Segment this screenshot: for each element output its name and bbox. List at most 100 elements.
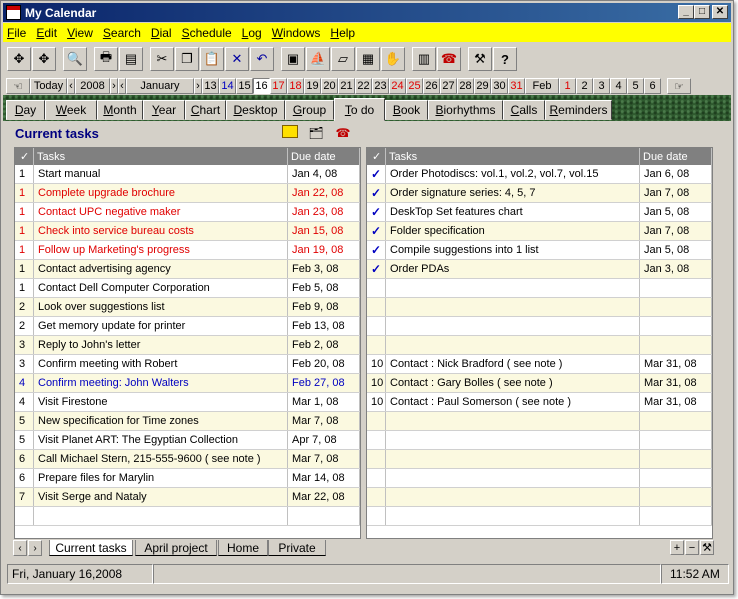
task-cell[interactable]	[386, 450, 640, 468]
table-row[interactable]: 3 Reply to John's letter Feb 2, 08	[15, 336, 360, 355]
table-row[interactable]: 3 Confirm meeting with Robert Feb 20, 08	[15, 355, 360, 374]
priority-cell[interactable]: 1	[15, 222, 34, 240]
due-date-cell[interactable]: Feb 27, 08	[288, 374, 360, 392]
table-row[interactable]: 10 Contact : Gary Bolles ( see note ) Mar …	[367, 374, 712, 393]
due-date-cell[interactable]: Jan 7, 08	[640, 222, 712, 240]
group-tab-april-project[interactable]: April project	[135, 540, 217, 556]
next-year-arrow[interactable]: ›	[110, 78, 118, 94]
due-date-cell[interactable]: Jan 4, 08	[288, 165, 360, 183]
memo-button[interactable]: ▦	[356, 47, 380, 71]
find-button[interactable]: 🔍	[63, 47, 87, 71]
due-date-cell[interactable]: Jan 5, 08	[640, 241, 712, 259]
table-row[interactable]: 1 Contact advertising agency Feb 3, 08	[15, 260, 360, 279]
day-16[interactable]: 16	[253, 78, 270, 94]
tab-week[interactable]: Week	[45, 100, 97, 120]
tab-group[interactable]: Group	[285, 100, 334, 120]
table-row[interactable]: 1 Follow up Marketing's progress Jan 19, 0…	[15, 241, 360, 260]
folder-icon[interactable]: 🗂	[307, 125, 325, 140]
day-14[interactable]: 14	[219, 78, 236, 94]
task-cell[interactable]: Visit Firestone	[34, 393, 288, 411]
task-cell[interactable]	[386, 507, 640, 525]
next-month-day-5[interactable]: 5	[627, 78, 644, 94]
group-tab-private[interactable]: Private	[268, 540, 326, 556]
due-date-cell[interactable]: Mar 14, 08	[288, 469, 360, 487]
priority-cell[interactable]: 1	[15, 184, 34, 202]
task-cell[interactable]: Contact UPC negative maker	[34, 203, 288, 221]
copy-button[interactable]: ❐	[175, 47, 199, 71]
priority-cell[interactable]	[15, 507, 34, 525]
task-cell[interactable]: Complete upgrade brochure	[34, 184, 288, 202]
task-cell[interactable]: Confirm meeting with Robert	[34, 355, 288, 373]
priority-cell[interactable]: ✓	[367, 203, 386, 221]
column-header[interactable]: Tasks	[34, 148, 288, 165]
task-cell[interactable]	[386, 298, 640, 316]
due-date-cell[interactable]: Jan 22, 08	[288, 184, 360, 202]
due-date-cell[interactable]: Jan 3, 08	[640, 260, 712, 278]
due-date-cell[interactable]: Mar 1, 08	[288, 393, 360, 411]
table-row[interactable]: 7 Visit Serge and Nataly Mar 22, 08	[15, 488, 360, 507]
next-tab-arrow[interactable]: ›	[28, 540, 42, 556]
priority-cell[interactable]: ✓	[367, 260, 386, 278]
priority-cell[interactable]: ✓	[367, 165, 386, 183]
task-cell[interactable]	[386, 431, 640, 449]
print-button[interactable]: 🖶	[94, 47, 118, 71]
table-row[interactable]: 2 Look over suggestions list Feb 9, 08	[15, 298, 360, 317]
table-row[interactable]: ✓ Order PDAs Jan 3, 08	[367, 260, 712, 279]
task-cell[interactable]: Compile suggestions into 1 list	[386, 241, 640, 259]
priority-cell[interactable]: 10	[367, 355, 386, 373]
table-row[interactable]: 1 Check into service bureau costs Jan 15, …	[15, 222, 360, 241]
menu-file[interactable]: File	[7, 26, 26, 40]
task-cell[interactable]: Look over suggestions list	[34, 298, 288, 316]
due-date-cell[interactable]	[640, 298, 712, 316]
priority-cell[interactable]: 1	[15, 165, 34, 183]
priority-cell[interactable]	[367, 279, 386, 297]
next-month-day-6[interactable]: 6	[644, 78, 661, 94]
priority-cell[interactable]: 3	[15, 355, 34, 373]
priority-cell[interactable]: 1	[15, 279, 34, 297]
task-cell[interactable]: Contact : Paul Somerson ( see note )	[386, 393, 640, 411]
menu-view[interactable]: View	[67, 26, 93, 40]
paste-button[interactable]: 📋	[200, 47, 224, 71]
next-month-day-2[interactable]: 2	[576, 78, 593, 94]
priority-cell[interactable]: 6	[15, 450, 34, 468]
due-date-cell[interactable]	[640, 488, 712, 506]
task-cell[interactable]	[386, 317, 640, 335]
table-row[interactable]: 1 Start manual Jan 4, 08	[15, 165, 360, 184]
priority-cell[interactable]: ✓	[367, 222, 386, 240]
task-cell[interactable]	[386, 488, 640, 506]
due-date-cell[interactable]: Jan 7, 08	[640, 184, 712, 202]
due-date-cell[interactable]	[640, 450, 712, 468]
priority-cell[interactable]: 5	[15, 431, 34, 449]
title-bar[interactable]: My Calendar _ □ ✕	[3, 3, 731, 22]
task-cell[interactable]	[386, 469, 640, 487]
cut-button[interactable]: ✂	[150, 47, 174, 71]
task-cell[interactable]: Order PDAs	[386, 260, 640, 278]
table-row[interactable]	[367, 298, 712, 317]
ship-button[interactable]: ⛵	[306, 47, 330, 71]
due-date-cell[interactable]	[640, 469, 712, 487]
column-header[interactable]: Tasks	[386, 148, 640, 165]
due-date-cell[interactable]: Mar 31, 08	[640, 393, 712, 411]
menu-log[interactable]: Log	[242, 26, 262, 40]
task-cell[interactable]: Check into service bureau costs	[34, 222, 288, 240]
day-17[interactable]: 17	[270, 78, 287, 94]
due-date-cell[interactable]: Feb 20, 08	[288, 355, 360, 373]
notebook-button[interactable]: ▥	[412, 47, 436, 71]
priority-cell[interactable]: 4	[15, 393, 34, 411]
task-cell[interactable]: Folder specification	[386, 222, 640, 240]
due-date-cell[interactable]: Mar 31, 08	[640, 355, 712, 373]
previous-tab-arrow[interactable]: ‹	[13, 540, 27, 556]
task-cell[interactable]: Call Michael Stern, 215-555-9600 ( see n…	[34, 450, 288, 468]
table-row[interactable]: ✓ DeskTop Set features chart Jan 5, 08	[367, 203, 712, 222]
table-row[interactable]: 5 New specification for Time zones Mar 7, …	[15, 412, 360, 431]
priority-cell[interactable]: 1	[15, 241, 34, 259]
previous-date-button[interactable]: ☜	[6, 78, 30, 94]
menu-schedule[interactable]: Schedule	[182, 26, 232, 40]
task-cell[interactable]: Get memory update for printer	[34, 317, 288, 335]
day-19[interactable]: 19	[304, 78, 321, 94]
due-date-cell[interactable]: Jan 6, 08	[640, 165, 712, 183]
due-date-cell[interactable]: Feb 2, 08	[288, 336, 360, 354]
day-29[interactable]: 29	[474, 78, 491, 94]
print-setup-button[interactable]: ▤	[119, 47, 143, 71]
task-cell[interactable]: Contact : Nick Bradford ( see note )	[386, 355, 640, 373]
